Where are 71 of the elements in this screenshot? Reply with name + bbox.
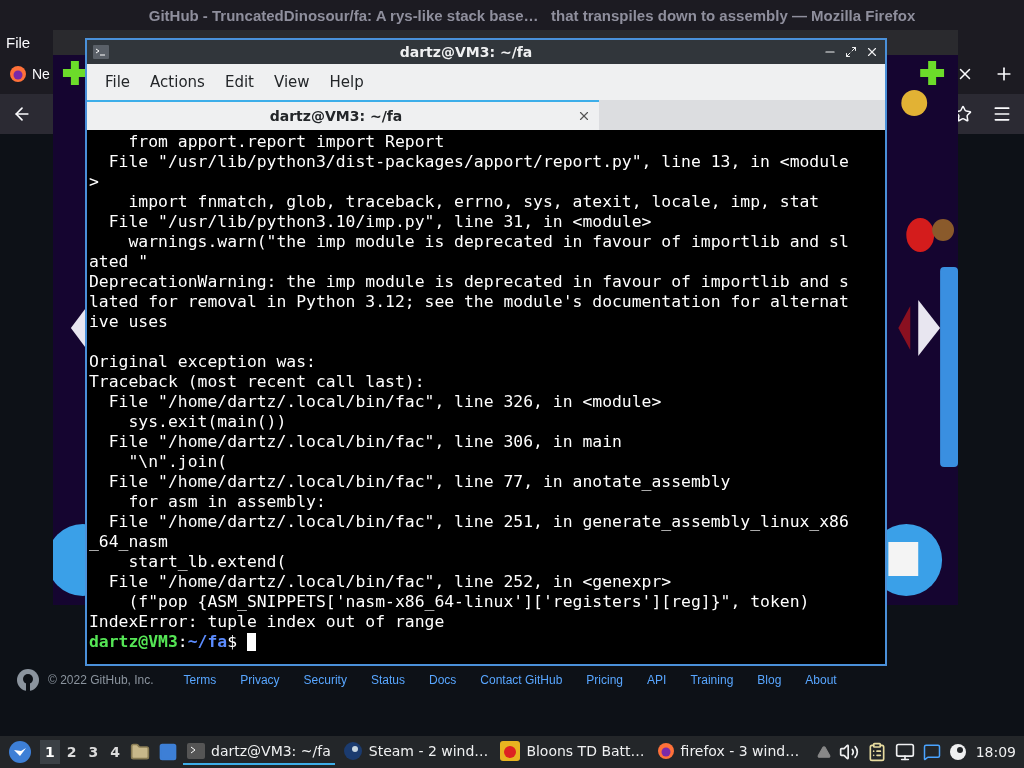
clock: 18:09 [975, 744, 1016, 760]
copyright-text: © 2022 GitHub, Inc. [48, 673, 154, 687]
prompt-symbol: $ [227, 632, 238, 652]
footer-link[interactable]: Status [370, 673, 405, 687]
footer-link[interactable]: Docs [428, 673, 457, 687]
terminal-line: ated " [89, 252, 150, 272]
footer-link[interactable]: About [805, 673, 837, 687]
terminal-line: > [89, 172, 100, 192]
footer-link[interactable]: Blog [757, 673, 782, 687]
terminal-line: File "/home/dartz/.local/bin/fac", line 326, in <module> [107, 392, 663, 412]
prompt-path: ~/fa [187, 632, 228, 652]
footer-link[interactable]: Contact GitHub [480, 673, 563, 687]
window-title: GitHub - TruncatedDinosour/fa: A rys-like stack base… that transpiles down to assembly — Mozilla Firefox [148, 6, 916, 24]
footer-link[interactable]: API [647, 673, 667, 687]
terminal-line: "\n".join( [127, 452, 229, 472]
footer-link[interactable]: Pricing [586, 673, 624, 687]
tab-title[interactable]: Ne [32, 66, 50, 82]
terminal-line: start_lb.extend( [127, 552, 288, 572]
terminal-line: warnings.warn("the imp module is deprecated in favour of importlib and sl [127, 232, 850, 252]
terminal-line: from apport.report import Report [127, 132, 446, 152]
taskbar-button[interactable]: firefox - 3 wind… [652, 738, 804, 766]
footer-link[interactable]: Privacy [240, 673, 280, 687]
terminal-line: lated for removal in Python 3.12; see the module's documentation for alternat [89, 292, 850, 312]
terminal-line: (f"pop {ASM_SNIPPETS['nasm-x86_64-linux']['registers'][reg]}", token) [127, 592, 811, 612]
terminal-line: ive uses [89, 312, 169, 332]
menu-item[interactable]: Edit [216, 69, 262, 95]
terminal-line: import fnmatch, glob, traceback, errno, sys, atexit, locale, imp, stat [127, 192, 821, 212]
prompt-separator: : [177, 632, 188, 652]
steam-icon [342, 741, 363, 761]
footer-link[interactable]: Training [690, 673, 734, 687]
terminal-line: IndexError: tuple index out of range [89, 612, 446, 632]
terminal-line: File "/home/dartz/.local/bin/fac", line 77, in anotate_assembly [107, 472, 732, 492]
close-icon[interactable] [577, 109, 591, 123]
close-icon[interactable] [865, 45, 879, 59]
workspace-button[interactable]: 2 [61, 740, 82, 764]
terminal-line: File "/usr/lib/python3.10/imp.py", line 31, in <module> [107, 212, 653, 232]
terminal-line: File "/usr/lib/python3/dist-packages/apport/report.py", line 13, in <module [107, 152, 850, 172]
terminal-line: for asm in assembly: [127, 492, 327, 512]
terminal-line: File "/home/dartz/.local/bin/fac", line 306, in main [107, 432, 623, 452]
terminal-icon [187, 743, 205, 759]
start-menu-icon[interactable] [8, 740, 32, 764]
maximize-icon[interactable] [845, 46, 857, 58]
game-icon [500, 741, 521, 761]
taskbar-button[interactable]: dartz@VM3: ~/fa [183, 739, 335, 765]
footer-link[interactable]: Security [303, 673, 347, 687]
menu-item[interactable]: Actions [142, 69, 213, 95]
firefox-icon [656, 742, 675, 760]
taskbar-button[interactable]: Bloons TD Batt… [496, 737, 649, 767]
menu-item[interactable]: File [97, 69, 139, 95]
menu-item[interactable]: Help [321, 69, 372, 95]
taskbar-button[interactable]: Steam - 2 wind… [338, 737, 493, 767]
menu-item[interactable]: View [265, 69, 318, 95]
terminal-line: sys.exit(main()) [127, 412, 288, 432]
terminal-icon [93, 45, 109, 59]
window-title: dartz@VM3: ~/fa [398, 44, 534, 60]
terminal-line: File "/home/dartz/.local/bin/fac", line 251, in generate_assembly_linux_x86 [107, 512, 850, 532]
terminal-line: File "/home/dartz/.local/bin/fac", line 252, in <genexpr> [107, 572, 673, 592]
text-cursor [247, 633, 257, 651]
terminal-line: Original exception was: [89, 352, 317, 372]
workspace-button[interactable]: 3 [83, 740, 104, 764]
terminal-line: Traceback (most recent call last): [89, 372, 426, 392]
workspace-button[interactable]: 1 [40, 740, 60, 764]
menu-icon[interactable] [992, 104, 1012, 124]
workspace-button[interactable]: 4 [105, 740, 125, 764]
prompt-user-host: dartz@VM3 [89, 632, 178, 652]
terminal-line: _64_nasm [89, 532, 169, 552]
menu-item[interactable]: File [6, 33, 31, 51]
terminal-tab[interactable]: dartz@VM3: ~/fa [87, 100, 599, 130]
firefox-icon [9, 65, 27, 83]
terminal-line: DeprecationWarning: the imp module is deprecated in favour of importlib and s [89, 272, 850, 292]
footer-link[interactable]: Terms [183, 673, 217, 687]
